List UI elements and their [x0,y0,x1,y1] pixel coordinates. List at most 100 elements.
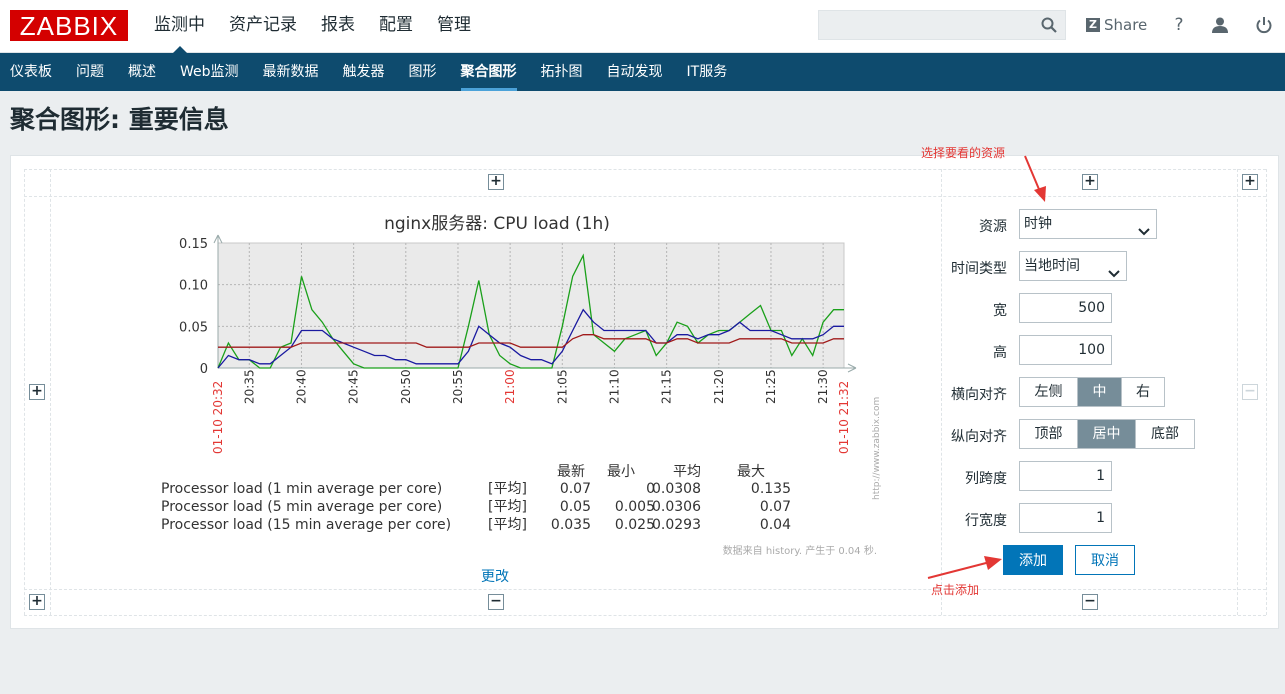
resource-select[interactable]: 时钟 [1019,209,1157,239]
zabbix-watermark: http://www.zabbix.com [872,397,882,500]
user-profile-icon[interactable] [1209,14,1231,36]
share-z-icon: Z [1086,18,1100,32]
x-tick-label: 21:20 [712,369,726,404]
help-icon[interactable]: ? [1168,14,1190,36]
graph-footer-note: 数据来自 history. 产生于 0.04 秒. [723,544,877,557]
cancel-button[interactable]: 取消 [1075,545,1135,575]
legend-value-last: 0.035 [551,517,591,533]
page-title: 聚合图形: 重要信息 [10,105,229,134]
sign-out-icon[interactable] [1253,14,1275,36]
main-nav: 监测中 资产记录 报表 配置 管理 [142,0,483,54]
grid-line [1237,169,1238,615]
main-nav-reports[interactable]: 报表 [309,0,367,53]
valign-middle-option[interactable]: 居中 [1078,420,1136,448]
subnav-web[interactable]: Web监测 [168,53,251,91]
x-tick-label: 20:35 [242,369,256,404]
main-nav-inventory[interactable]: 资产记录 [217,0,309,53]
main-nav-administration[interactable]: 管理 [425,0,483,53]
halign-right-option[interactable]: 右 [1122,378,1164,406]
edit-graph-link[interactable]: 更改 [481,566,509,586]
graph-title: nginx服务器: CPU load (1h) [384,214,610,234]
time-type-select[interactable]: 当地时间 [1019,251,1127,281]
legend-value-max: 0.135 [751,481,791,497]
add-column-button[interactable]: + [488,174,504,190]
main-nav-configuration[interactable]: 配置 [367,0,425,53]
halign-left-option[interactable]: 左侧 [1020,378,1078,406]
legend-function: [平均] [488,481,527,497]
halign-center-option[interactable]: 中 [1078,378,1122,406]
legend-column-header: 最小 [607,464,635,480]
add-row-button[interactable]: + [29,594,45,610]
subnav-screens[interactable]: 聚合图形 [449,53,529,91]
width-input[interactable] [1019,293,1112,323]
share-link[interactable]: Z Share [1086,14,1147,36]
add-column-button[interactable]: + [1082,174,1098,190]
grid-line [24,169,25,615]
legend-value-avg: 0.0306 [652,499,701,515]
legend-series-name: Processor load (15 min average per core) [161,517,451,533]
annotation-select-resource: 选择要看的资源 [921,146,1006,160]
x-tick-label: 21:15 [660,369,674,404]
subnav-problems[interactable]: 问题 [64,53,116,91]
x-tick-label: 20:40 [294,369,308,404]
height-input[interactable] [1019,335,1112,365]
subnav-dashboard[interactable]: 仪表板 [0,53,64,91]
subnav-it-services[interactable]: IT服务 [675,53,740,91]
share-label: Share [1104,16,1148,34]
legend-value-last: 0.07 [560,481,591,497]
main-nav-monitoring[interactable]: 监测中 [142,0,217,54]
subnav-triggers[interactable]: 触发器 [331,53,397,91]
subnav-discovery[interactable]: 自动发现 [595,53,675,91]
subnav-graphs[interactable]: 图形 [397,53,449,91]
cpu-load-graph: nginx服务器: CPU load (1h) 0.15 0.10 0.05 0 20… [161,214,882,557]
chevron-down-icon [1138,219,1150,247]
x-tick-label: 20:55 [451,369,465,404]
valign-top-option[interactable]: 顶部 [1020,420,1078,448]
legend-value-last: 0.05 [560,499,591,515]
legend-value-avg: 0.0308 [652,481,701,497]
time-type-label: 时间类型 [951,261,1007,277]
screen-editor-panel: + + + + − + − − nginx服务器: CPU load (1h) … [10,146,1279,629]
legend-value-min: 0.005 [615,499,655,515]
add-row-button[interactable]: + [29,384,45,400]
y-tick-label: 0 [200,362,208,377]
add-button[interactable]: 添加 [1003,545,1063,575]
subnav-maps[interactable]: 拓扑图 [529,53,595,91]
colspan-input[interactable] [1019,461,1112,491]
resource-label: 资源 [979,219,1007,235]
legend-value-min: 0.025 [615,517,655,533]
top-bar: ZABBIX 监测中 资产记录 报表 配置 管理 Z Share ? [0,0,1285,54]
add-column-button[interactable]: + [1242,174,1258,190]
colspan-label: 列跨度 [965,471,1007,487]
valign-bottom-option[interactable]: 底部 [1136,420,1194,448]
rowspan-input[interactable] [1019,503,1112,533]
x-tick-label: 21:10 [607,369,621,404]
remove-row-button[interactable]: − [1242,384,1258,400]
grid-line [50,169,51,615]
x-start-label: 01-10 20:32 [211,381,225,454]
x-end-label: 01-10 21:32 [837,381,851,454]
x-tick-label: 21:30 [816,369,830,404]
height-label: 高 [993,345,1007,361]
subnav-overview[interactable]: 概述 [116,53,168,91]
sub-nav: 仪表板 问题 概述 Web监测 最新数据 触发器 图形 聚合图形 拓扑图 自动发… [0,53,1285,91]
width-label: 宽 [993,303,1007,319]
resource-select-value: 时钟 [1024,216,1052,232]
subnav-latest-data[interactable]: 最新数据 [251,53,331,91]
legend-value-avg: 0.0293 [652,517,701,533]
legend-column-header: 最大 [737,464,765,480]
x-tick-label: 21:05 [555,369,569,404]
zabbix-logo[interactable]: ZABBIX [10,10,128,41]
legend-function: [平均] [488,517,527,533]
annotation-arrow-icon [1024,155,1046,202]
legend-function: [平均] [488,499,527,515]
grid-line [24,169,1266,170]
remove-column-button[interactable]: − [1082,594,1098,610]
x-tick-label: 21:25 [764,369,778,404]
grid-line [1266,169,1267,615]
remove-column-button[interactable]: − [488,594,504,610]
search-icon[interactable] [1041,17,1057,37]
rowspan-label: 行宽度 [965,513,1007,529]
search-input[interactable] [819,11,1039,39]
annotation-arrow-icon [927,556,1002,579]
